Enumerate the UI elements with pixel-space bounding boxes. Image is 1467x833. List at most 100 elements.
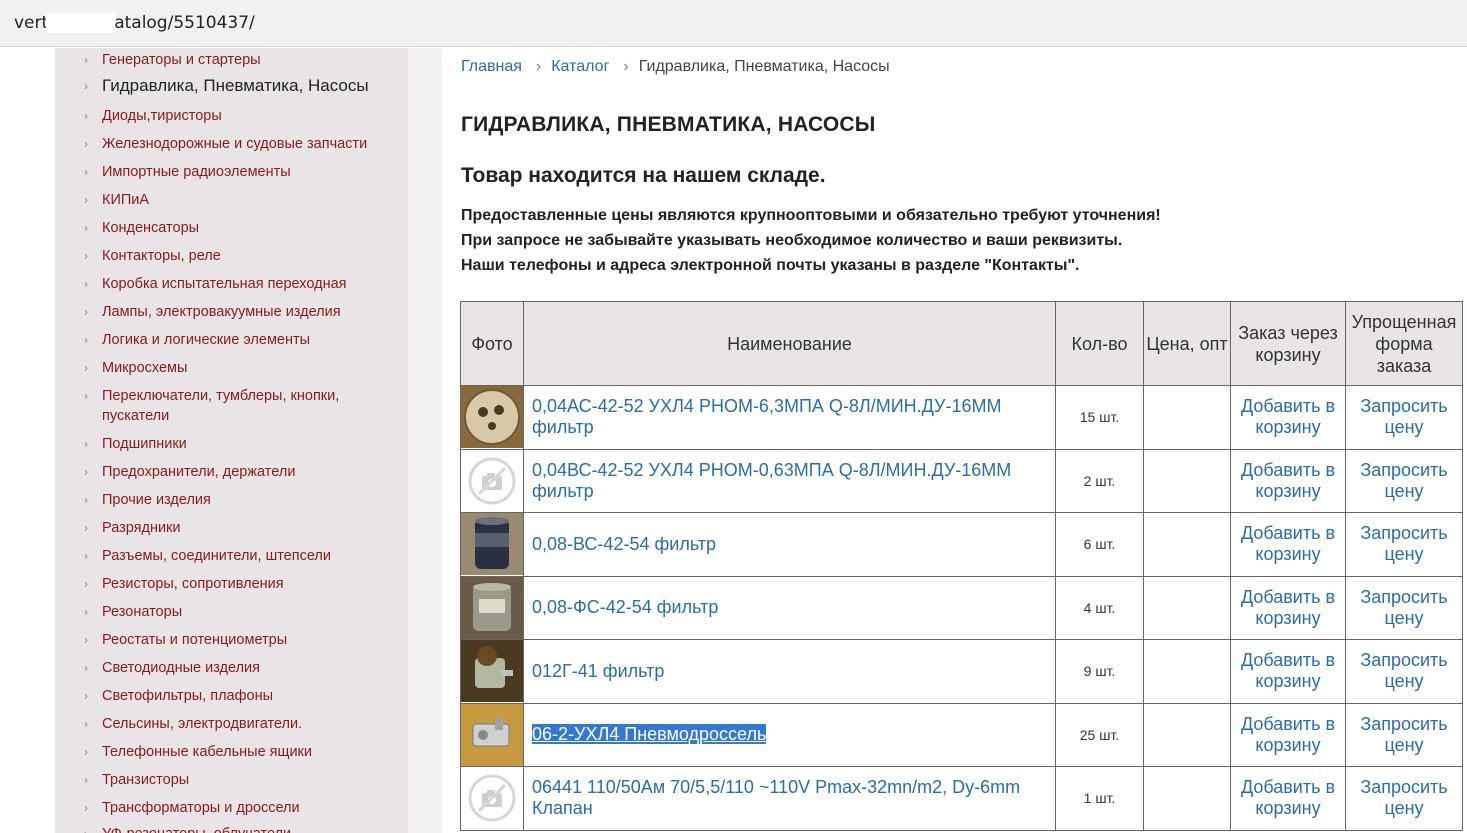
- add-to-cart-link[interactable]: Добавить в корзину: [1230, 639, 1346, 704]
- request-price-link[interactable]: Запросить цену: [1345, 575, 1463, 640]
- sidebar-item-label[interactable]: Резисторы, сопротивления: [85, 574, 385, 594]
- sidebar-item-label[interactable]: Коробка испытательная переходная: [85, 274, 385, 294]
- product-photo-cell[interactable]: [460, 702, 524, 767]
- add-to-cart-link[interactable]: Добавить в корзину: [1230, 575, 1346, 640]
- sidebar-item[interactable]: › Подшипники: [84, 434, 385, 454]
- sidebar-item[interactable]: › Микросхемы: [84, 358, 385, 378]
- sidebar-item[interactable]: › Реостаты и потенциометры: [84, 630, 385, 650]
- sidebar-item[interactable]: › Гидравлика, Пневматика, Насосы: [84, 76, 385, 96]
- product-name-link[interactable]: 0,08-ФС-42-54 фильтр: [532, 597, 718, 617]
- product-photo-cell[interactable]: [460, 639, 524, 704]
- product-name-link[interactable]: 06441 110/50Ам 70/5,5/110 ~110V Pmax-32m…: [532, 777, 1020, 818]
- sidebar-item-label[interactable]: Логика и логические элементы: [85, 330, 385, 350]
- product-photo-cell[interactable]: [460, 575, 524, 640]
- sidebar-item-label[interactable]: Переключатели, тумблеры, кнопки, пускате…: [85, 386, 385, 426]
- product-name-link[interactable]: 012Г-41 фильтр: [532, 661, 664, 681]
- product-photo-cell[interactable]: [460, 766, 524, 831]
- sidebar-item-label[interactable]: Разъемы, соединители, штепсели: [85, 546, 385, 566]
- sidebar-item-label[interactable]: Микросхемы: [85, 358, 385, 378]
- sidebar-item-label[interactable]: Диоды,тиристоры: [85, 106, 385, 126]
- sidebar-item[interactable]: › Разрядники: [84, 518, 385, 538]
- no-photo-camera-icon[interactable]: [461, 767, 523, 830]
- sidebar-item-label[interactable]: Предохранители, держатели: [85, 462, 385, 482]
- product-photo-cell[interactable]: [460, 448, 524, 513]
- sidebar-item-label[interactable]: Генераторы и стартеры: [85, 50, 385, 70]
- request-price-link[interactable]: Запросить цену: [1345, 639, 1463, 704]
- add-to-cart-link[interactable]: Добавить в корзину: [1230, 766, 1346, 831]
- add-to-cart-link[interactable]: Добавить в корзину: [1230, 512, 1346, 577]
- sidebar-item-label[interactable]: Гидравлика, Пневматика, Насосы: [85, 76, 385, 96]
- request-price-link[interactable]: Запросить цену: [1345, 448, 1463, 513]
- sidebar-item[interactable]: › Резисторы, сопротивления: [84, 574, 385, 594]
- sidebar-item-label[interactable]: Резонаторы: [85, 602, 385, 622]
- sidebar-item-label[interactable]: Трансформаторы и дроссели: [85, 798, 385, 818]
- product-name-link[interactable]: 0,04АС-42-52 УХЛ4 РНОМ-6,3МПА Q-8Л/МИН.Д…: [532, 396, 1001, 437]
- sidebar-item-label[interactable]: Транзисторы: [85, 770, 385, 790]
- url-text[interactable]: vert atalog/5510437/: [14, 13, 255, 33]
- quantity-cell: 1 шт.: [1055, 766, 1144, 831]
- col-header-photo: Фото: [460, 301, 524, 386]
- sidebar-item[interactable]: › Резонаторы: [84, 602, 385, 622]
- product-photo[interactable]: [461, 640, 523, 703]
- sidebar-item-label[interactable]: Импортные радиоэлементы: [85, 162, 385, 182]
- sidebar-item-label[interactable]: КИПиА: [85, 190, 385, 210]
- product-photo[interactable]: [461, 576, 523, 639]
- sidebar-item[interactable]: › Конденсаторы: [84, 218, 385, 238]
- browser-address-bar[interactable]: vert atalog/5510437/: [0, 0, 1467, 47]
- sidebar-item[interactable]: › Разъемы, соединители, штепсели: [84, 546, 385, 566]
- breadcrumb-home[interactable]: Главная: [461, 58, 522, 75]
- product-photo[interactable]: [461, 386, 523, 449]
- sidebar-item[interactable]: › Телефонные кабельные ящики: [84, 742, 385, 762]
- table-row: 0,08-ФС-42-54 фильтр 4 шт. Добавить в корз…: [460, 575, 1463, 640]
- request-price-link[interactable]: Запросить цену: [1345, 385, 1463, 450]
- product-photo[interactable]: [461, 703, 523, 766]
- sidebar-item[interactable]: › Сельсины, электродвигатели.: [84, 714, 385, 734]
- product-photo-cell[interactable]: [460, 512, 524, 577]
- sidebar-item-label[interactable]: Контакторы, реле: [85, 246, 385, 266]
- sidebar-item[interactable]: › Прочие изделия: [84, 490, 385, 510]
- product-name-link[interactable]: 0,04ВС-42-52 УХЛ4 РНОМ-0,63МПА Q-8Л/МИН.…: [532, 460, 1011, 501]
- sidebar-item[interactable]: › Светофильтры, плафоны: [84, 686, 385, 706]
- product-photo-cell[interactable]: [460, 385, 524, 450]
- request-price-link[interactable]: Запросить цену: [1345, 766, 1463, 831]
- add-to-cart-link[interactable]: Добавить в корзину: [1230, 385, 1346, 450]
- breadcrumb: Главная › Каталог › Гидравлика, Пневматика, …: [461, 58, 890, 76]
- sidebar-item[interactable]: › Импортные радиоэлементы: [84, 162, 385, 182]
- sidebar-item[interactable]: › Контакторы, реле: [84, 246, 385, 266]
- sidebar-item[interactable]: › Предохранители, держатели: [84, 462, 385, 482]
- request-price-link[interactable]: Запросить цену: [1345, 702, 1463, 767]
- sidebar-item[interactable]: › Диоды,тиристоры: [84, 106, 385, 126]
- sidebar-item[interactable]: › Генераторы и стартеры: [84, 50, 385, 70]
- no-photo-camera-icon[interactable]: [461, 449, 523, 512]
- sidebar-item[interactable]: › Транзисторы: [84, 770, 385, 790]
- sidebar-item[interactable]: › Логика и логические элементы: [84, 330, 385, 350]
- sidebar-item[interactable]: › КИПиА: [84, 190, 385, 210]
- product-photo[interactable]: [461, 513, 523, 576]
- sidebar-item-label[interactable]: Железнодорожные и судовые запчасти: [85, 134, 385, 154]
- sidebar-item-label[interactable]: Прочие изделия: [85, 490, 385, 510]
- sidebar-item[interactable]: › Лампы, электровакуумные изделия: [84, 302, 385, 322]
- product-name-link[interactable]: 06-2-УХЛ4 Пневмодроссель: [532, 724, 767, 745]
- sidebar-item[interactable]: › Переключатели, тумблеры, кнопки, пускат…: [84, 386, 385, 426]
- sidebar-item-label[interactable]: Телефонные кабельные ящики: [85, 742, 385, 762]
- sidebar-item-label[interactable]: Разрядники: [85, 518, 385, 538]
- sidebar-item-label[interactable]: Светодиодные изделия: [85, 658, 385, 678]
- sidebar-item-label[interactable]: Конденсаторы: [85, 218, 385, 238]
- sidebar-item-label[interactable]: Реостаты и потенциометры: [85, 630, 385, 650]
- sidebar-item[interactable]: › Светодиодные изделия: [84, 658, 385, 678]
- sidebar-item-label[interactable]: УФ-резонаторы, облучатели: [85, 824, 385, 833]
- sidebar-item-label[interactable]: Подшипники: [85, 434, 385, 454]
- request-price-link[interactable]: Запросить цену: [1345, 512, 1463, 577]
- sidebar-item[interactable]: › Коробка испытательная переходная: [84, 274, 385, 294]
- sidebar-item[interactable]: › Трансформаторы и дроссели: [84, 798, 385, 818]
- sidebar-item-label[interactable]: Сельсины, электродвигатели.: [85, 714, 385, 734]
- sidebar-item-label[interactable]: Лампы, электровакуумные изделия: [85, 302, 385, 322]
- sidebar-item-label[interactable]: Светофильтры, плафоны: [85, 686, 385, 706]
- add-to-cart-link[interactable]: Добавить в корзину: [1230, 448, 1346, 513]
- breadcrumb-catalog[interactable]: Каталог: [551, 58, 609, 75]
- product-name-link[interactable]: 0,08-ВС-42-54 фильтр: [532, 534, 716, 554]
- add-to-cart-link[interactable]: Добавить в корзину: [1230, 702, 1346, 767]
- sidebar-item[interactable]: ›УФ-резонаторы, облучатели: [84, 824, 385, 833]
- sidebar-item[interactable]: › Железнодорожные и судовые запчасти: [84, 134, 385, 154]
- chevron-right-icon: ›: [84, 361, 88, 375]
